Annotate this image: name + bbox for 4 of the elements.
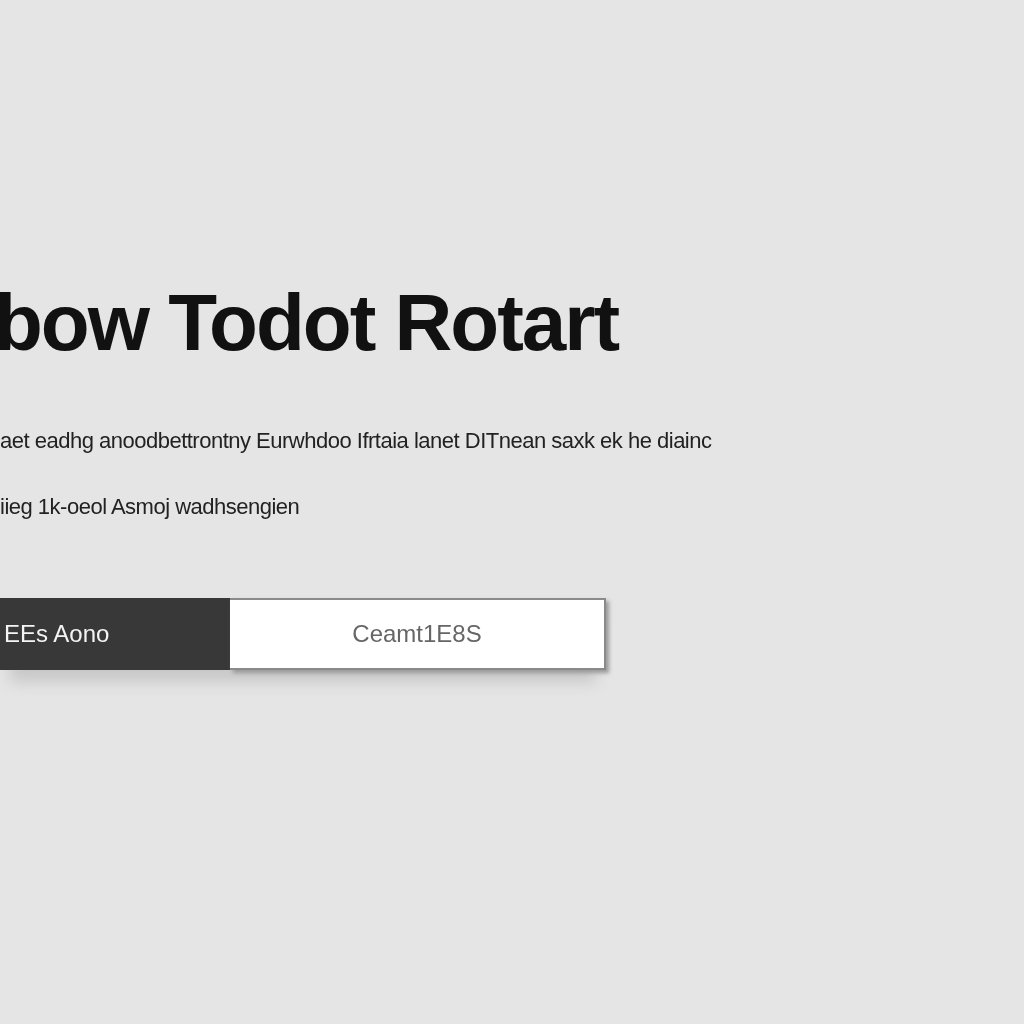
description-text: iieg 1k-oeol Asmoj wadhsengien	[0, 494, 300, 520]
description-text: aet eadhg anoodbettrontny Eurwhdoo Ifrtaia lanet DITnean saxk ek he diainc	[0, 428, 712, 454]
secondary-button[interactable]: Ceamt1E8S	[230, 598, 606, 670]
primary-button[interactable]: EEs Aono	[0, 598, 230, 670]
